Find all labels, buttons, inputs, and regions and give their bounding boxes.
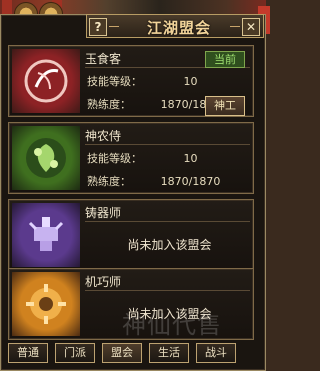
- craft-button[interactable]: 神工: [205, 96, 245, 116]
- proficiency-label: 熟练度：: [87, 98, 131, 111]
- window-title: 江湖盟会: [146, 19, 211, 37]
- purple-forge-emblem-icon: [12, 203, 80, 267]
- guild-card-yushike: 玉食客 当前 技能等级： 10 熟练度： 1870/1870 神工: [8, 45, 254, 117]
- current-badge: 当前: [205, 51, 245, 68]
- guild-name: 铸器师: [85, 205, 250, 222]
- not-joined-text: 尚未加入该盟会: [127, 238, 212, 252]
- tab-sect[interactable]: 门派: [55, 343, 95, 363]
- orange-gear-emblem-icon: [12, 272, 80, 336]
- green-herb-emblem-icon: [12, 126, 80, 190]
- skill-level-label: 技能等级：: [87, 75, 142, 88]
- guild-name: 神农侍: [85, 128, 250, 145]
- skill-level-value: 10: [183, 152, 198, 165]
- title-line-left: [109, 26, 119, 27]
- guild-card-zhuqishi: 铸器师 尚未加入该盟会: [8, 199, 254, 271]
- skill-level-value: 10: [183, 75, 198, 88]
- proficiency-label: 熟练度：: [87, 175, 131, 188]
- guild-card-shennongshi: 神农侍 技能等级： 10 熟练度： 1870/1870: [8, 122, 254, 194]
- skill-level-label: 技能等级：: [87, 152, 142, 165]
- guild-name: 机巧师: [85, 274, 250, 291]
- tab-general[interactable]: 普通: [8, 343, 48, 363]
- proficiency-value: 1870/1870: [160, 175, 221, 188]
- watermark-text: 神仙代售: [122, 311, 222, 339]
- help-button[interactable]: ?: [89, 18, 107, 36]
- skill-level-row: 技能等级： 10: [87, 150, 231, 166]
- window-titlebar: ? 江湖盟会 ✕: [86, 14, 264, 38]
- proficiency-row: 熟练度： 1870/1870: [87, 173, 231, 189]
- red-cooking-emblem-icon: [12, 49, 80, 113]
- title-line-right: [230, 26, 240, 27]
- close-button[interactable]: ✕: [242, 18, 260, 36]
- skill-level-row: 技能等级： 10: [87, 73, 231, 89]
